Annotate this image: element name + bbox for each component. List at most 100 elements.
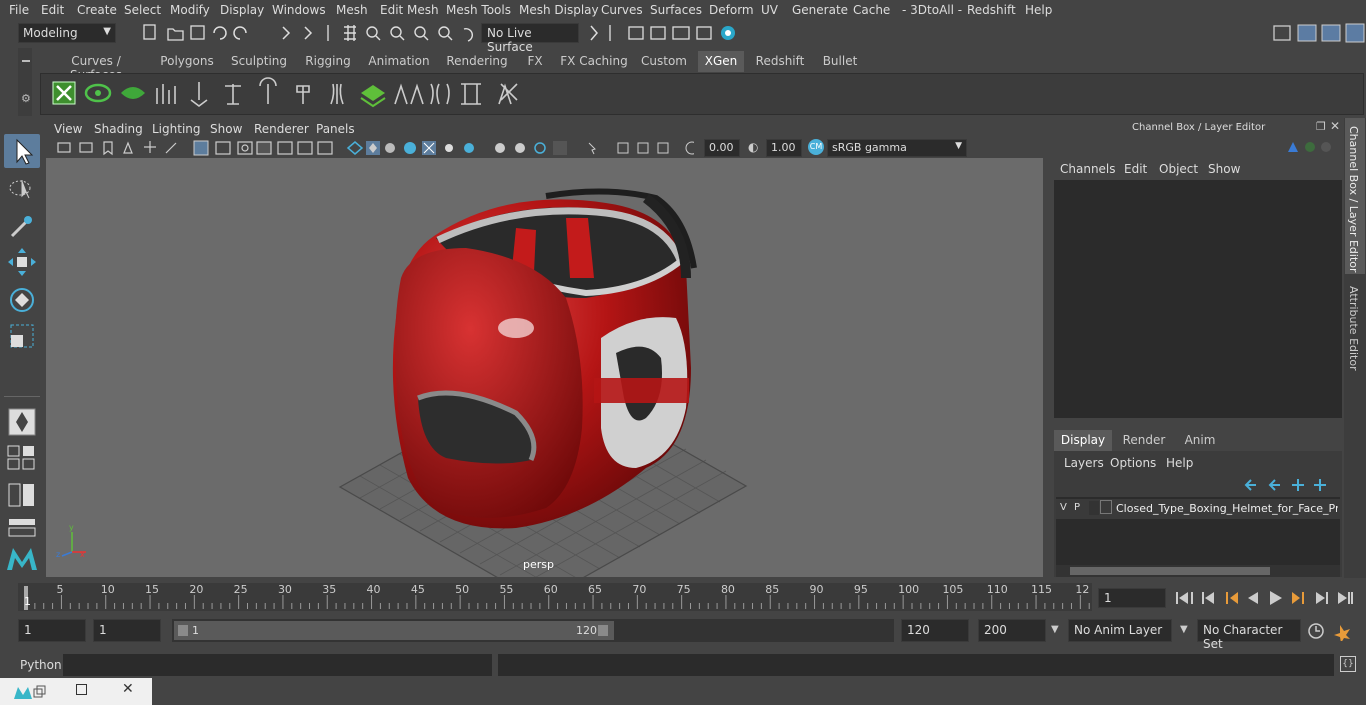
layout-two-pane-icon[interactable] (6, 482, 38, 508)
playback-end-field[interactable]: 120 (901, 619, 969, 642)
paint-select-icon[interactable] (6, 210, 38, 242)
menu-mesh[interactable]: Mesh (336, 3, 368, 17)
menu-redshift[interactable]: Redshift (967, 3, 1016, 17)
channel-box-display-icons[interactable] (1284, 138, 1334, 156)
tab-display[interactable]: Display (1054, 430, 1112, 451)
command-language-label[interactable]: Python (20, 658, 62, 672)
range-slider-track[interactable]: 1 120 (172, 619, 894, 642)
range-slider-right-grip[interactable] (598, 625, 608, 636)
vp-menu-panels[interactable]: Panels (316, 122, 355, 136)
color-space-dropdown[interactable]: sRGB gamma ▼ (827, 139, 967, 157)
maximize-icon[interactable] (76, 684, 87, 695)
workspace-layout-icons[interactable] (1270, 22, 1366, 44)
perspective-viewport[interactable]: y x z persp (46, 158, 1043, 577)
side-tab-channel-box[interactable]: Channel Box / Layer Editor (1345, 118, 1365, 274)
float-panel-icon[interactable]: ❐ (1316, 120, 1326, 133)
menu-modify[interactable]: Modify (170, 3, 210, 17)
tab-animation[interactable]: Animation (364, 51, 434, 72)
menu-display[interactable]: Display (220, 3, 264, 17)
tab-redshift[interactable]: Redshift (752, 51, 808, 72)
move-tool-icon[interactable] (6, 246, 38, 278)
layer-menu-layers[interactable]: Layers (1064, 456, 1104, 470)
vp-menu-renderer[interactable]: Renderer (254, 122, 309, 136)
layer-playback-toggle[interactable]: P (1074, 502, 1080, 513)
layer-menu-options[interactable]: Options (1110, 456, 1156, 470)
cb-menu-channels[interactable]: Channels (1060, 162, 1116, 176)
menu-file[interactable]: File (9, 3, 29, 17)
lasso-tool-icon[interactable] (6, 174, 38, 206)
selection-mask-icons[interactable] (275, 24, 335, 42)
menu-cache[interactable]: Cache (853, 3, 890, 17)
tab-rendering[interactable]: Rendering (444, 51, 510, 72)
layer-scrollbar[interactable] (1056, 565, 1340, 577)
layer-row[interactable]: V P Closed_Type_Boxing_Helmet_for_Face_P… (1056, 499, 1340, 519)
tab-bullet[interactable]: Bullet (818, 51, 862, 72)
menu-help[interactable]: Help (1025, 3, 1052, 17)
maya-window-icon[interactable] (12, 684, 46, 700)
layer-action-icons[interactable] (1242, 475, 1338, 493)
cb-menu-object[interactable]: Object (1159, 162, 1198, 176)
menu-3dtoall[interactable]: - 3DtoAll - (902, 3, 962, 17)
tab-curves-surfaces[interactable]: Curves / Surfaces (46, 51, 146, 82)
range-slider-left-grip[interactable] (178, 625, 188, 636)
menu-select[interactable]: Select (124, 3, 161, 17)
tab-rigging[interactable]: Rigging (302, 51, 354, 72)
chevron-down-icon[interactable]: ▼ (1051, 624, 1059, 635)
viewport-toolbar-icons[interactable] (54, 139, 694, 157)
snap-tools-icons[interactable] (340, 23, 480, 43)
menu-windows[interactable]: Windows (272, 3, 326, 17)
tab-polygons[interactable]: Polygons (156, 51, 218, 72)
vp-menu-view[interactable]: View (54, 122, 82, 136)
scale-tool-icon[interactable] (6, 320, 38, 352)
layer-visibility-toggle[interactable]: V (1060, 502, 1067, 513)
vp-menu-show[interactable]: Show (210, 122, 242, 136)
menu-curves[interactable]: Curves (601, 3, 643, 17)
rotate-tool-icon[interactable] (6, 284, 38, 316)
tab-render[interactable]: Render (1116, 430, 1172, 451)
xgen-shelf-icons[interactable] (41, 74, 531, 114)
menu-generate[interactable]: Generate (792, 3, 848, 17)
render-tools-icons[interactable] (585, 24, 745, 42)
menu-deform[interactable]: Deform (709, 3, 754, 17)
menu-create[interactable]: Create (77, 3, 117, 17)
layer-type-toggle[interactable] (1089, 501, 1099, 515)
tab-sculpting[interactable]: Sculpting (226, 51, 292, 72)
shelf-settings-icon[interactable]: ⚙ (21, 92, 31, 105)
layout-stack-icon[interactable] (6, 516, 38, 538)
chevron-down-icon[interactable]: ▼ (1180, 624, 1188, 635)
vp-menu-lighting[interactable]: Lighting (152, 122, 201, 136)
layout-quad-icon[interactable] (6, 444, 38, 470)
scene-end-field[interactable]: 200 (978, 619, 1046, 642)
tab-xgen[interactable]: XGen (698, 51, 744, 72)
character-set-dropdown[interactable]: No Character Set (1197, 619, 1301, 651)
menu-surfaces[interactable]: Surfaces (650, 3, 702, 17)
close-icon[interactable]: ✕ (122, 681, 134, 697)
tab-anim[interactable]: Anim (1174, 430, 1226, 451)
anim-layer-dropdown[interactable]: No Anim Layer (1068, 619, 1172, 642)
script-editor-icon[interactable]: {} (1340, 656, 1356, 672)
select-tool[interactable] (4, 134, 40, 168)
menu-edit[interactable]: Edit (41, 3, 64, 17)
cb-menu-edit[interactable]: Edit (1124, 162, 1147, 176)
viewport-scene[interactable]: y x z (46, 158, 1043, 577)
current-frame-field[interactable]: 1 (1098, 588, 1166, 608)
playback-start-field[interactable]: 1 (93, 619, 161, 642)
cb-menu-show[interactable]: Show (1208, 162, 1240, 176)
mode-dropdown[interactable]: Modeling ▼ (18, 23, 116, 43)
scene-start-field[interactable]: 1 (18, 619, 86, 642)
time-slider[interactable]: 5 10 15 20 25 30 35 40 45 50 55 60 65 70 75 80 85 90 95 100… (18, 583, 1092, 611)
layer-menu-help[interactable]: Help (1166, 456, 1193, 470)
anim-prefs-icons[interactable] (1306, 621, 1362, 641)
side-tab-attribute-editor[interactable]: Attribute Editor (1345, 278, 1365, 378)
exposure-field[interactable]: 0.00 (704, 139, 740, 157)
menu-mesh-tools[interactable]: Mesh Tools (446, 3, 511, 17)
layer-name[interactable]: Closed_Type_Boxing_Helmet_for_Face_Prote (1116, 502, 1338, 515)
tab-fx-caching[interactable]: FX Caching (558, 51, 630, 72)
menu-edit-mesh[interactable]: Edit Mesh (380, 3, 439, 17)
close-icon[interactable]: ✕ (1330, 119, 1340, 133)
color-management-icon[interactable]: CM (808, 139, 824, 155)
tab-fx[interactable]: FX (520, 51, 550, 72)
layer-color-swatch[interactable] (1100, 500, 1112, 514)
file-tools-icons[interactable] (140, 24, 260, 42)
playback-controls[interactable] (1172, 588, 1362, 608)
